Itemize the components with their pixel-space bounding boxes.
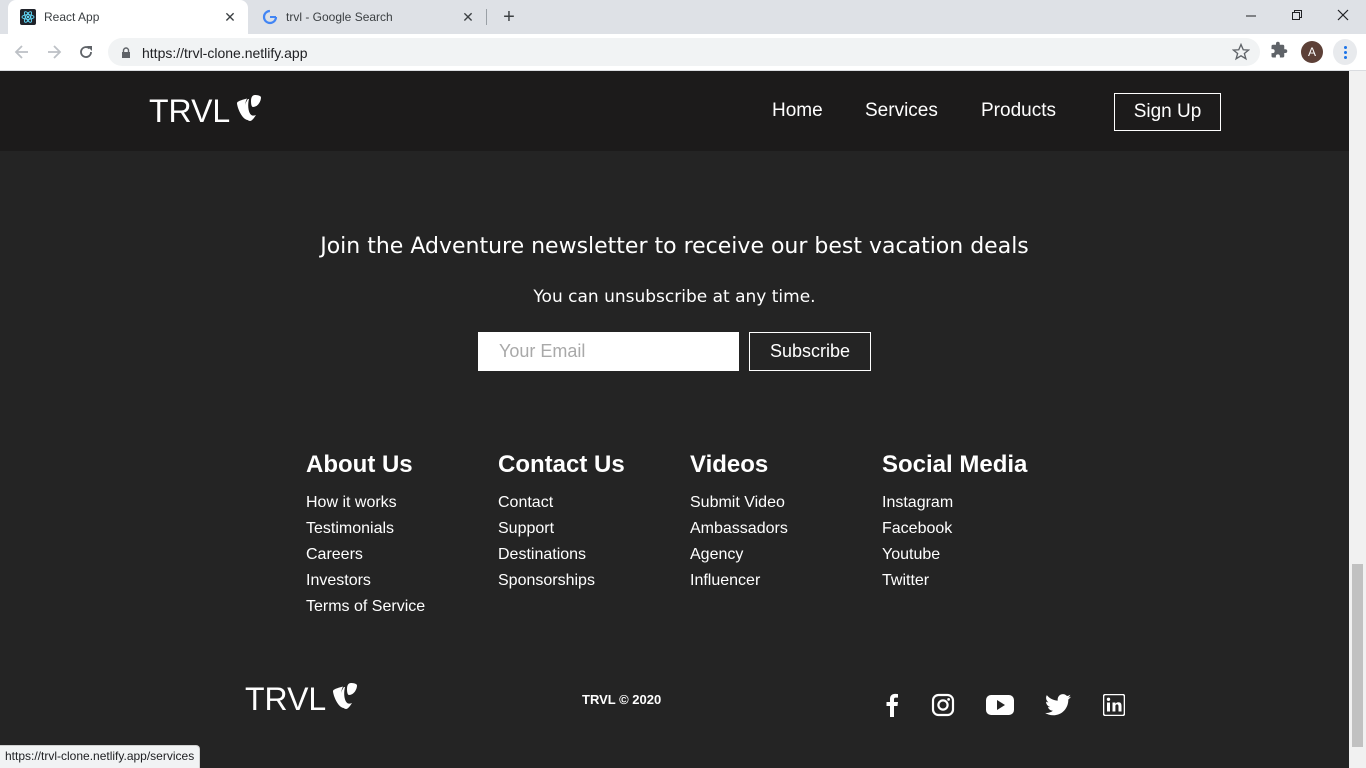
subscribe-button[interactable]: Subscribe <box>749 332 871 371</box>
footer-link[interactable]: Agency <box>690 542 788 568</box>
email-input[interactable] <box>478 332 739 371</box>
footer-link[interactable]: Terms of Service <box>306 594 425 620</box>
status-bar-url: https://trvl-clone.netlify.app/services <box>0 745 201 768</box>
column-title: Contact Us <box>498 451 625 478</box>
typo3-logo-icon <box>236 93 262 130</box>
footer-column-about: About Us How it works Testimonials Caree… <box>306 451 425 620</box>
instagram-icon[interactable] <box>929 691 957 719</box>
copyright-text: TRVL © 2020 <box>582 692 662 707</box>
close-icon[interactable]: ✕ <box>222 9 238 25</box>
navbar-logo[interactable]: TRVL <box>149 93 262 130</box>
tab-google-search[interactable]: trvl - Google Search ✕ <box>250 0 486 34</box>
minimize-icon[interactable] <box>1228 0 1274 30</box>
footer-link[interactable]: Support <box>498 516 625 542</box>
page-viewport: TRVL Home Services Products Sign Up Join… <box>0 71 1349 768</box>
react-icon <box>20 9 36 25</box>
lock-icon <box>121 46 131 64</box>
linkedin-icon[interactable] <box>1100 691 1128 719</box>
facebook-icon[interactable] <box>878 691 906 719</box>
typo3-logo-icon <box>332 681 358 718</box>
column-title: Videos <box>690 451 769 478</box>
back-icon[interactable] <box>10 40 34 64</box>
footer-link[interactable]: Submit Video <box>690 490 788 516</box>
tab-react-app[interactable]: React App ✕ <box>8 0 248 34</box>
logo-text: TRVL <box>245 681 327 717</box>
footer-link[interactable]: Facebook <box>882 516 1027 542</box>
browser-tab-bar: React App ✕ trvl - Google Search ✕ + <box>0 0 1366 34</box>
tab-separator <box>486 9 487 25</box>
footer-link[interactable]: Youtube <box>882 542 1027 568</box>
browser-toolbar: https://trvl-clone.netlify.app <box>0 34 1366 71</box>
browser-menu-icon[interactable] <box>1333 39 1357 65</box>
url-text: https://trvl-clone.netlify.app <box>142 45 308 61</box>
footer-link[interactable]: Sponsorships <box>498 568 625 594</box>
restore-icon[interactable] <box>1274 0 1320 30</box>
footer-link[interactable]: Instagram <box>882 490 1027 516</box>
nav-link-products[interactable]: Products <box>981 100 1056 122</box>
extensions-puzzle-icon[interactable] <box>1270 41 1288 64</box>
sign-up-button[interactable]: Sign Up <box>1114 93 1221 131</box>
footer-link[interactable]: Careers <box>306 542 425 568</box>
newsletter-subheading: You can unsubscribe at any time. <box>533 287 816 307</box>
nav-link-home[interactable]: Home <box>772 100 823 122</box>
window-close-icon[interactable] <box>1320 0 1366 30</box>
scrollbar-thumb[interactable] <box>1352 564 1363 747</box>
address-bar[interactable]: https://trvl-clone.netlify.app <box>108 38 1260 66</box>
column-title: About Us <box>306 451 413 478</box>
twitter-icon[interactable] <box>1044 691 1072 719</box>
footer-link[interactable]: Destinations <box>498 542 625 568</box>
footer-link[interactable]: Testimonials <box>306 516 425 542</box>
footer-link[interactable]: Ambassadors <box>690 516 788 542</box>
footer-column-videos: Videos Submit Video Ambassadors Agency I… <box>690 451 788 594</box>
footer-link[interactable]: Influencer <box>690 568 788 594</box>
logo-text: TRVL <box>149 93 231 129</box>
new-tab-icon[interactable]: + <box>498 6 520 28</box>
forward-icon[interactable] <box>42 40 66 64</box>
tab-title: trvl - Google Search <box>286 10 393 24</box>
close-icon[interactable]: ✕ <box>460 9 476 25</box>
youtube-icon[interactable] <box>985 691 1015 719</box>
navbar: TRVL Home Services Products Sign Up <box>0 71 1349 151</box>
footer-link[interactable]: How it works <box>306 490 425 516</box>
reload-icon[interactable] <box>74 40 98 64</box>
footer-link[interactable]: Twitter <box>882 568 1027 594</box>
newsletter-heading: Join the Adventure newsletter to receive… <box>320 234 1029 259</box>
footer-link[interactable]: Investors <box>306 568 425 594</box>
bookmark-star-icon[interactable] <box>1231 42 1251 66</box>
footer-logo[interactable]: TRVL <box>245 681 358 718</box>
page-scrollbar[interactable] <box>1349 71 1366 768</box>
profile-avatar[interactable]: A <box>1301 41 1323 63</box>
footer-column-contact: Contact Us Contact Support Destinations … <box>498 451 625 594</box>
footer-link[interactable]: Contact <box>498 490 625 516</box>
nav-link-services[interactable]: Services <box>865 100 938 122</box>
footer-column-social: Social Media Instagram Facebook Youtube … <box>882 451 1027 594</box>
column-title: Social Media <box>882 451 1028 478</box>
google-icon <box>262 9 278 25</box>
tab-title: React App <box>44 10 100 24</box>
